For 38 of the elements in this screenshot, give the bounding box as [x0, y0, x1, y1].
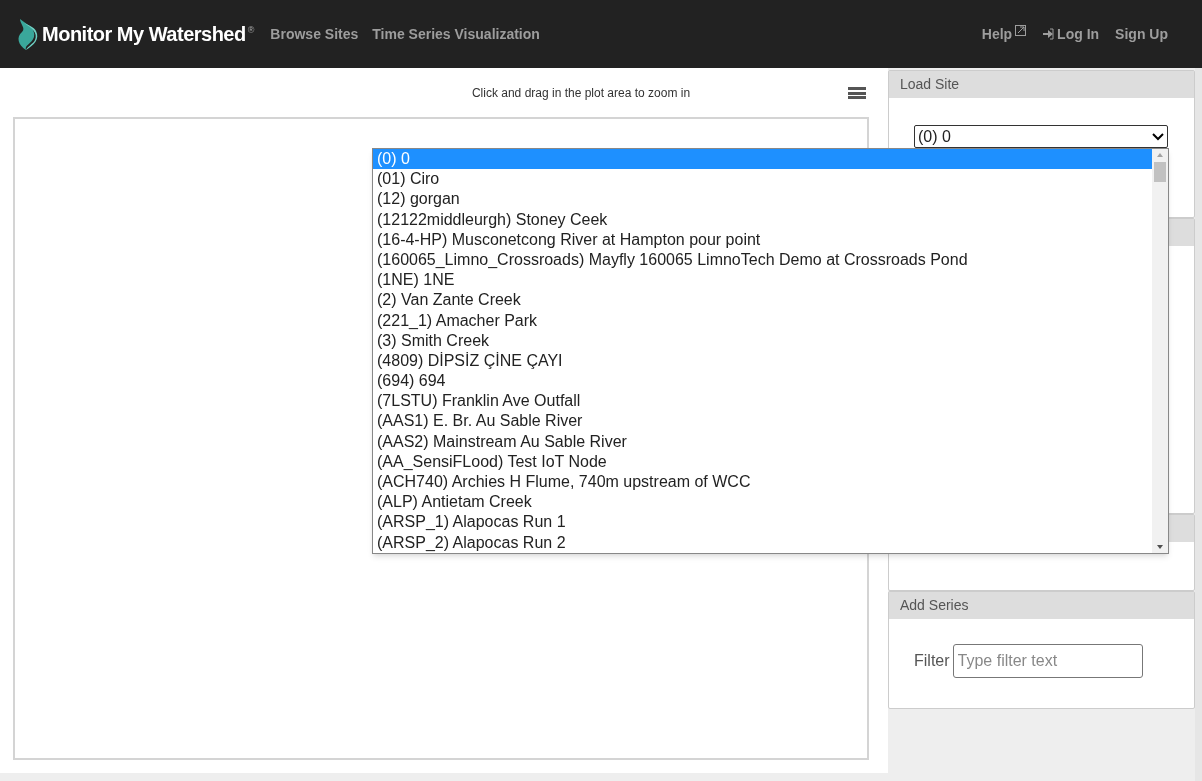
- dropdown-option[interactable]: (160065_Limno_Crossroads) Mayfly 160065 LimnoTech Demo at Crossroads Pond: [373, 249, 1152, 271]
- nav-link[interactable]: Sign Up: [1115, 23, 1168, 45]
- brand-link[interactable]: Monitor My Watershed®: [14, 17, 255, 51]
- nav-link[interactable]: Browse Sites: [270, 23, 359, 45]
- dropdown-option[interactable]: (12) gorgan: [373, 189, 1152, 210]
- menu-button[interactable]: [848, 85, 866, 101]
- nav-link[interactable]: Time Series Visualization: [372, 23, 540, 45]
- dropdown-option[interactable]: (7LSTU) Franklin Ave Outfall: [373, 391, 1152, 412]
- dropdown-option[interactable]: (ARSP_1) Alapocas Run 1: [373, 512, 1152, 533]
- dropdown-option[interactable]: (AAS2) Mainstream Au Sable River: [373, 431, 1152, 452]
- dropdown-option[interactable]: (221_1) Amacher Park: [373, 310, 1152, 331]
- dropdown-option[interactable]: (2) Van Zante Creek: [373, 290, 1152, 311]
- chevron-down-icon: [1152, 132, 1164, 141]
- dropdown-option[interactable]: (ALP) Antietam Creek: [373, 492, 1152, 513]
- filter-label: Filter: [914, 651, 950, 671]
- dropdown-option[interactable]: (AA_SensiFLood) Test IoT Node: [373, 451, 1152, 472]
- sign-in-icon: [1042, 28, 1055, 40]
- dropdown-option[interactable]: (ACH740) Archies H Flume, 740m upstream of WCC: [373, 472, 1152, 493]
- dropdown-option[interactable]: (AAS1) E. Br. Au Sable River: [373, 411, 1152, 432]
- dropdown-option[interactable]: (ARSP_2) Alapocas Run 2: [373, 532, 1152, 553]
- filter-input[interactable]: Type filter text: [952, 644, 1143, 678]
- scrollbar-thumb[interactable]: [1154, 162, 1166, 182]
- nav-link[interactable]: Log In: [1042, 23, 1100, 45]
- dropdown-option[interactable]: (694) 694: [373, 371, 1152, 392]
- registered-mark: ®: [247, 25, 255, 35]
- plot-hint: Click and drag in the plot area to zoom in: [471, 85, 691, 102]
- nav-link[interactable]: Help: [981, 23, 1027, 45]
- dropdown-option[interactable]: (01) Ciro: [373, 169, 1152, 190]
- external-link-icon: [1015, 24, 1027, 36]
- panel-header: Load Site: [889, 71, 1194, 98]
- panel-header: Add Series: [889, 592, 1194, 619]
- dropdown-option[interactable]: (12122middleurgh) Stoney Ceek: [373, 209, 1152, 230]
- site-select[interactable]: (0) 0: [914, 125, 1168, 148]
- dropdown-option[interactable]: (3) Smith Creek: [373, 330, 1152, 351]
- dropdown-option[interactable]: (1NE) 1NE: [373, 270, 1152, 291]
- page-scrollbar[interactable]: [1195, 68, 1202, 781]
- dropdown-option[interactable]: (16-4-HP) Musconetcong River at Hampton pour point: [373, 229, 1152, 250]
- dropdown-option[interactable]: (4809) DİPSİZ ÇİNE ÇAYI: [373, 350, 1152, 372]
